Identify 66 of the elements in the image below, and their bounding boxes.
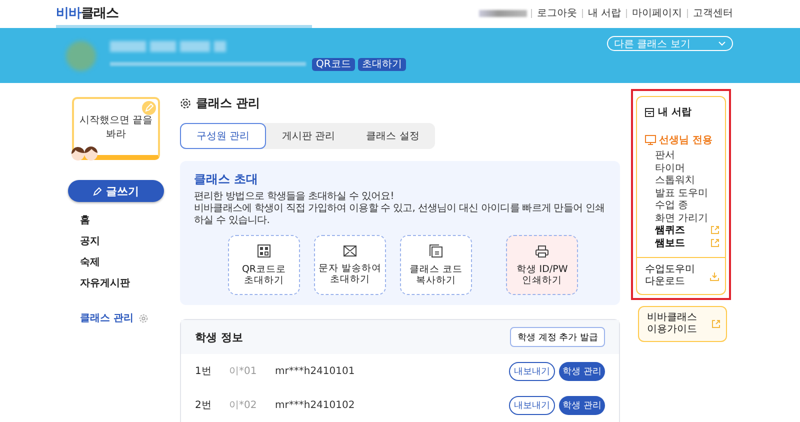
- children-drawing: [70, 145, 100, 161]
- tool-link[interactable]: 화면 가리기: [655, 210, 708, 225]
- manage-student-button[interactable]: 학생 관리: [559, 396, 605, 414]
- nav-link[interactable]: 숙제: [80, 252, 164, 273]
- student-number: 2번: [195, 399, 212, 412]
- tool-link[interactable]: 타이머: [655, 160, 685, 175]
- invite-description: 편리한 방법으로 학생들을 초대하실 수 있어요! 비바클래스에 학생이 직접 가입하여 이용할 수 있고, 선생님이 대신 아이디를 빠르게 만들어 인쇄하실 수 있습니다.: [194, 191, 606, 227]
- external-link-icon: [711, 226, 719, 234]
- student-panel-title: 학생 정보: [195, 330, 243, 344]
- invite-option-button[interactable]: QR코드로 초대하기: [228, 235, 300, 295]
- tab[interactable]: 클래스 설정: [350, 123, 435, 149]
- header-link[interactable]: 고객센터: [687, 8, 738, 18]
- download-link[interactable]: 수업도우미 다운로드: [645, 264, 695, 288]
- export-button[interactable]: 내보내기: [509, 396, 555, 414]
- settings-icon[interactable]: [139, 314, 148, 323]
- invite-option-button[interactable]: 클래스 코드 복사하기: [400, 235, 472, 295]
- guide-link[interactable]: 비바클래스 이용가이드: [647, 312, 697, 336]
- pencil-icon: [142, 101, 156, 115]
- qr-code-icon: [257, 244, 271, 258]
- invite-title: 클래스 초대: [194, 171, 260, 188]
- tool-link[interactable]: 판서: [655, 148, 675, 162]
- student-name: 이*01: [229, 365, 258, 378]
- drawer-title: 내 서랍: [658, 106, 692, 119]
- monitor-icon: [645, 135, 656, 145]
- student-id: mr***h2410101: [275, 366, 355, 376]
- download-icon: [710, 272, 719, 280]
- drawer-icon: [645, 108, 654, 116]
- chevron-down-icon: [718, 40, 726, 46]
- invite-option-button[interactable]: 학생 ID/PW 인쇄하기: [506, 235, 578, 295]
- nav-link[interactable]: 자유게시판: [80, 273, 164, 294]
- tool-link[interactable]: 발표 도우미: [655, 186, 708, 200]
- write-button[interactable]: 글쓰기: [68, 180, 164, 202]
- tab[interactable]: 게시판 관리: [266, 123, 351, 149]
- pencil-icon: [93, 186, 102, 196]
- envelope-icon: [343, 245, 357, 257]
- student-number: 1번: [195, 365, 212, 378]
- student-name: 이*02: [229, 399, 258, 412]
- printer-icon: [535, 244, 549, 258]
- nav-link[interactable]: 공지: [80, 231, 164, 252]
- manage-student-button[interactable]: 학생 관리: [559, 362, 605, 380]
- copy-icon: [429, 244, 443, 258]
- tool-link[interactable]: 스톱워치: [655, 173, 695, 188]
- badge-button[interactable]: QR코드: [312, 58, 355, 70]
- tool-link[interactable]: 쌤보드: [655, 236, 685, 250]
- motto-text: 시작했으면 끝을 봐라: [78, 114, 154, 141]
- external-link-icon: [712, 320, 720, 328]
- invite-option-button[interactable]: 문자 발송하여 초대하기: [314, 235, 386, 295]
- student-id: mr***h2410102: [275, 400, 355, 410]
- tool-link[interactable]: 쌤퀴즈: [655, 223, 685, 238]
- header-link[interactable]: 내 서랍: [582, 8, 626, 18]
- export-button[interactable]: 내보내기: [509, 362, 555, 380]
- tab[interactable]: 구성원 관리: [180, 123, 266, 149]
- nav-link[interactable]: 클래스 관리: [80, 308, 134, 329]
- tool-link[interactable]: 수업 종: [655, 198, 688, 212]
- add-account-button[interactable]: 학생 계정 추가 발급: [510, 327, 605, 347]
- external-link-icon: [711, 238, 719, 247]
- logo[interactable]: 비바클래스: [56, 4, 118, 22]
- settings-icon: [180, 98, 191, 108]
- blurred-avatar-drawing: [66, 40, 96, 70]
- header-link[interactable]: 로그아웃: [530, 8, 582, 18]
- section-title: 선생님 전용: [659, 134, 712, 147]
- badge-button[interactable]: 초대하기: [358, 58, 406, 70]
- blurred-username-drawing: [478, 10, 527, 16]
- nav-link[interactable]: 홈: [80, 210, 164, 231]
- page-title: 클래스 관리: [180, 95, 620, 111]
- header-link[interactable]: 마이페이지: [626, 8, 687, 18]
